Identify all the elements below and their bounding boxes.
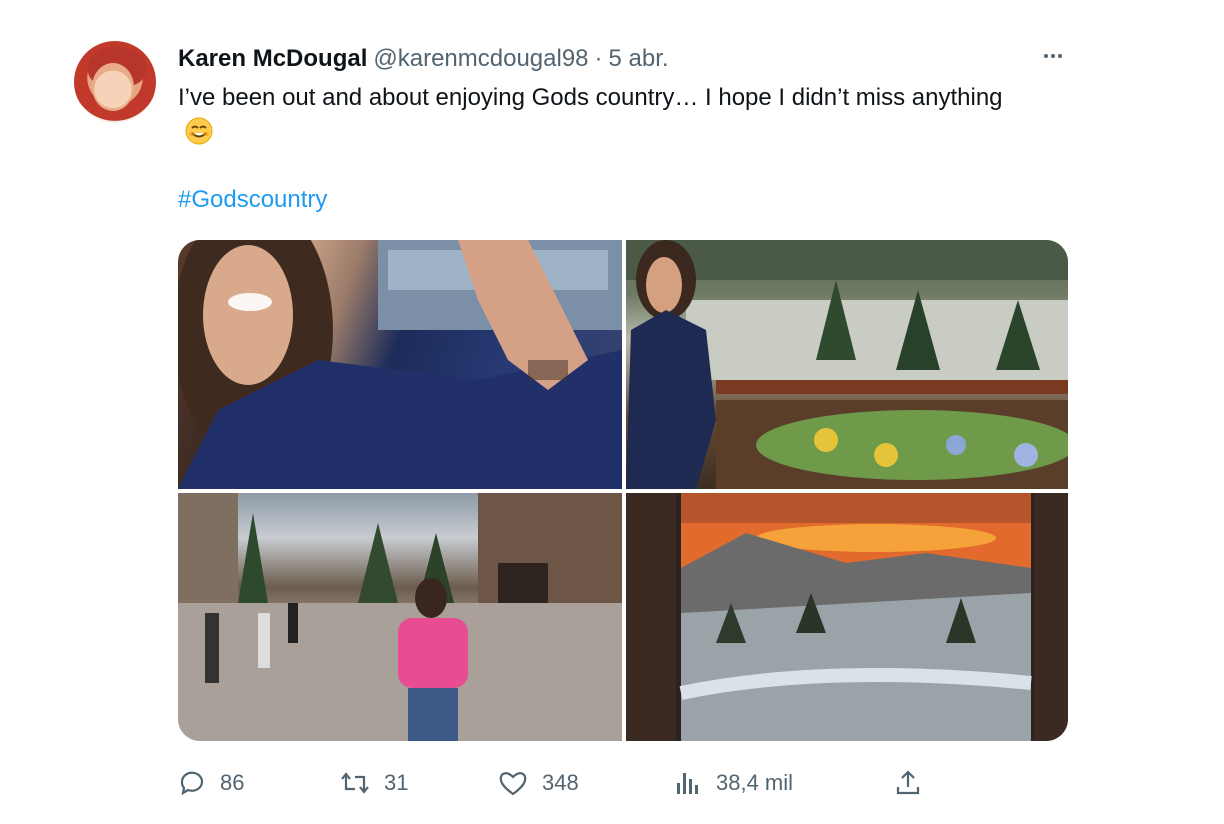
like-button[interactable]: 348 [498,766,579,800]
tweet-text-block: I’ve been out and about enjoying Gods co… [178,80,1038,150]
photo-woman-plaza-pink-sweater-icon [178,493,622,741]
tweet-actions: 86 31 348 38,4 mil [178,766,938,800]
reply-count: 86 [220,770,245,795]
tweet-text: I’ve been out and about enjoying Gods co… [178,84,1003,111]
photo-woman-balcony-mountains-icon [626,240,1068,489]
share-button[interactable] [894,766,922,800]
share-icon [896,770,920,795]
more-options-icon[interactable] [1036,44,1070,68]
tweet-header: Karen McDougal @karenmcdougal98 · 5 abr. [178,44,669,74]
header-separator: · [594,45,603,72]
retweet-button[interactable]: 31 [340,766,408,800]
media-photo-1[interactable] [178,240,622,489]
author-avatar[interactable] [74,41,156,123]
view-count: 38,4 mil [716,770,794,795]
photo-woman-peace-sign-icon [178,240,622,489]
reply-icon [180,771,204,796]
views-chart-icon [677,773,698,794]
like-count: 348 [542,770,579,795]
retweet-icon [341,772,369,794]
media-photo-4[interactable] [626,493,1068,741]
author-name[interactable]: Karen McDougal [178,45,367,73]
avatar-face [92,63,134,111]
smiling-face-emoji-icon [185,117,213,145]
photo-sunset-mountain-window-icon [626,493,1068,741]
heart-icon [499,772,527,796]
views-button[interactable]: 38,4 mil [674,766,793,800]
tweet-timestamp[interactable]: 5 abr. [609,45,669,73]
media-grid [178,240,1068,741]
media-photo-2[interactable] [626,240,1068,489]
hashtag-link[interactable]: #Godscountry [178,186,327,214]
author-handle[interactable]: @karenmcdougal98 [373,45,588,73]
media-photo-3[interactable] [178,493,622,741]
retweet-count: 31 [384,770,409,795]
reply-button[interactable]: 86 [178,766,244,800]
